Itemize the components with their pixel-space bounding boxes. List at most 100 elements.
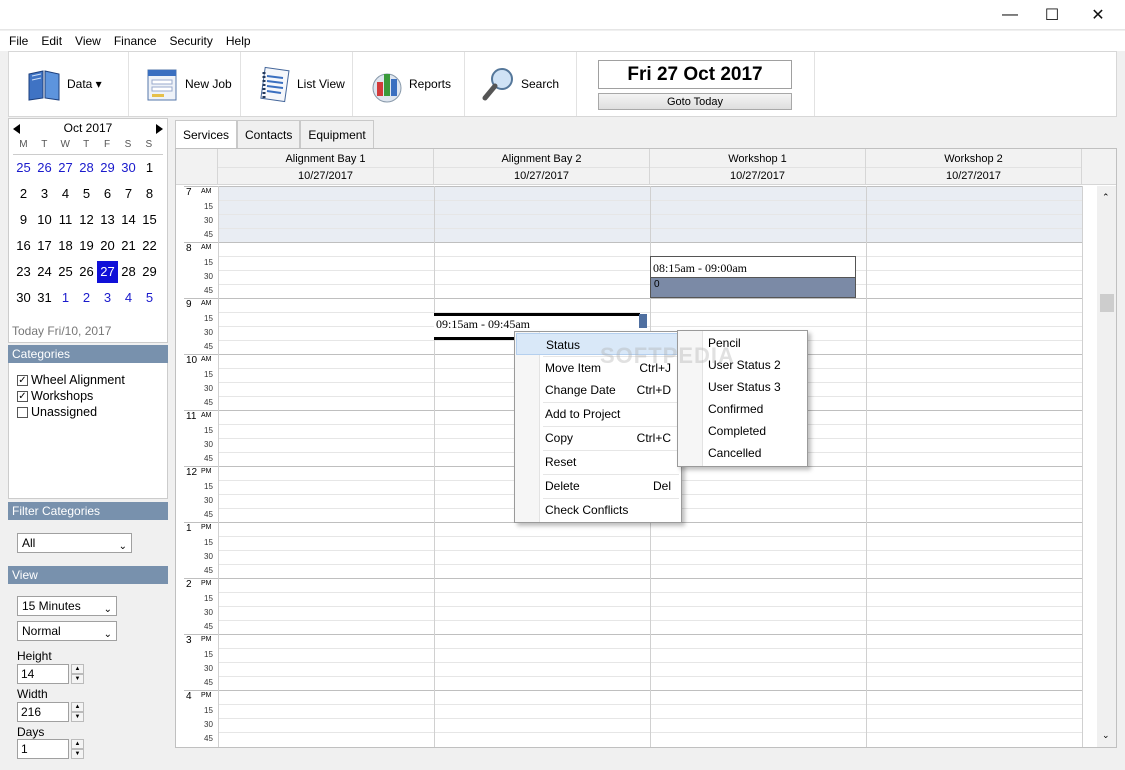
menu-item-copy[interactable]: Copy Ctrl+C (516, 427, 681, 449)
calendar-day[interactable]: 9 (13, 209, 34, 231)
calendar-day[interactable]: 3 (34, 183, 55, 205)
menu-edit[interactable]: Edit (41, 34, 62, 48)
days-stepper[interactable]: ▲ ▼ (71, 739, 85, 759)
scroll-down-icon[interactable]: ⌄ (1102, 730, 1110, 741)
minimize-button[interactable]: — (987, 0, 1033, 30)
mode-select[interactable]: Normal ⌄ (17, 621, 117, 641)
calendar-day[interactable]: 28 (118, 261, 139, 283)
checkbox-checked-icon[interactable]: ✓ (17, 390, 28, 402)
calendar-day[interactable]: 7 (118, 183, 139, 205)
vertical-scrollbar[interactable]: ⌃ ⌄ (1097, 186, 1116, 747)
calendar-day[interactable]: 4 (55, 183, 76, 205)
column-header-alignment-bay-2[interactable]: Alignment Bay 2 10/27/2017 (434, 149, 650, 185)
calendar-day[interactable]: 23 (13, 261, 34, 283)
weekday-label: F (103, 139, 111, 150)
calendar-day[interactable]: 1 (139, 157, 160, 179)
maximize-button[interactable]: ☐ (1029, 0, 1075, 30)
calendar-day[interactable]: 3 (97, 287, 118, 309)
checkbox-unchecked-icon[interactable] (17, 406, 28, 418)
scroll-up-icon[interactable]: ⌃ (1102, 192, 1110, 203)
reports-button[interactable]: Reports (353, 52, 465, 116)
height-input[interactable]: 14 (17, 664, 69, 684)
header-spacer (1082, 149, 1116, 185)
menu-item-reset[interactable]: Reset (516, 451, 681, 473)
calendar-day[interactable]: 16 (13, 235, 34, 257)
new-job-button[interactable]: New Job (129, 52, 241, 116)
calendar-day[interactable]: 14 (118, 209, 139, 231)
calendar-day[interactable]: 4 (118, 287, 139, 309)
menu-item-change-date[interactable]: Change Date Ctrl+D (516, 379, 681, 401)
calendar-day[interactable]: 27 (55, 157, 76, 179)
menu-help[interactable]: Help (226, 34, 251, 48)
calendar-day[interactable]: 17 (34, 235, 55, 257)
calendar-day[interactable]: 26 (76, 261, 97, 283)
calendar-day[interactable]: 2 (76, 287, 97, 309)
list-view-button[interactable]: List View (241, 52, 353, 116)
calendar-day[interactable]: 11 (55, 209, 76, 231)
today-label[interactable]: Today Fri/10, 2017 (12, 324, 111, 338)
tab-services[interactable]: Services (175, 120, 238, 149)
calendar-day[interactable]: 19 (76, 235, 97, 257)
calendar-day[interactable]: 28 (76, 157, 97, 179)
search-button[interactable]: Search (465, 52, 577, 116)
calendar-day[interactable]: 5 (76, 183, 97, 205)
calendar-day[interactable]: 24 (34, 261, 55, 283)
calendar-day[interactable]: 29 (139, 261, 160, 283)
filter-select[interactable]: All ⌄ (17, 533, 132, 553)
calendar-day[interactable]: 5 (139, 287, 160, 309)
appointment-workshop-1[interactable]: 08:15am - 09:00am 0 (650, 256, 856, 298)
data-button[interactable]: Data ▾ (9, 52, 129, 116)
calendar-day[interactable]: 26 (34, 157, 55, 179)
calendar-day[interactable]: 20 (97, 235, 118, 257)
interval-select[interactable]: 15 Minutes ⌄ (17, 596, 117, 616)
menu-security[interactable]: Security (170, 34, 213, 48)
calendar-day[interactable]: 12 (76, 209, 97, 231)
menu-finance[interactable]: Finance (114, 34, 157, 48)
menu-view[interactable]: View (75, 34, 101, 48)
status-completed[interactable]: Completed (708, 424, 766, 438)
panel-splitter[interactable] (168, 118, 173, 770)
width-stepper[interactable]: ▲ ▼ (71, 702, 85, 722)
category-wheel-alignment[interactable]: ✓ Wheel Alignment (9, 372, 167, 388)
calendar-day[interactable]: 10 (34, 209, 55, 231)
calendar-day[interactable]: 22 (139, 235, 160, 257)
calendar-day[interactable]: 1 (55, 287, 76, 309)
column-header-workshop-2[interactable]: Workshop 2 10/27/2017 (866, 149, 1082, 185)
column-header-alignment-bay-1[interactable]: Alignment Bay 1 10/27/2017 (218, 149, 434, 185)
status-user-status-3[interactable]: User Status 3 (708, 380, 781, 394)
menu-item-delete[interactable]: Delete Del (516, 475, 681, 497)
calendar-day[interactable]: 27 (97, 261, 118, 283)
goto-today-button[interactable]: Goto Today (598, 93, 792, 110)
status-confirmed[interactable]: Confirmed (708, 402, 763, 416)
calendar-day[interactable]: 21 (118, 235, 139, 257)
calendar-day[interactable]: 29 (97, 157, 118, 179)
calendar-day[interactable]: 31 (34, 287, 55, 309)
menu-file[interactable]: File (9, 34, 28, 48)
menu-item-check-conflicts[interactable]: Check Conflicts (516, 499, 681, 521)
category-unassigned[interactable]: Unassigned (9, 404, 167, 420)
calendar-day[interactable]: 18 (55, 235, 76, 257)
category-workshops[interactable]: ✓ Workshops (9, 388, 167, 404)
horizontal-scrollbar[interactable] (175, 748, 1117, 770)
calendar-day[interactable]: 25 (13, 157, 34, 179)
calendar-day[interactable]: 2 (13, 183, 34, 205)
height-stepper[interactable]: ▲ ▼ (71, 664, 85, 684)
column-header-workshop-1[interactable]: Workshop 1 10/27/2017 (650, 149, 866, 185)
days-input[interactable]: 1 (17, 739, 69, 759)
calendar-day[interactable]: 6 (97, 183, 118, 205)
status-cancelled[interactable]: Cancelled (708, 446, 761, 460)
calendar-day[interactable]: 30 (13, 287, 34, 309)
checkbox-checked-icon[interactable]: ✓ (17, 374, 28, 386)
next-month-icon[interactable] (156, 124, 163, 134)
calendar-day[interactable]: 25 (55, 261, 76, 283)
calendar-day[interactable]: 30 (118, 157, 139, 179)
scroll-thumb[interactable] (1100, 294, 1114, 312)
width-input[interactable]: 216 (17, 702, 69, 722)
close-button[interactable]: ✕ (1075, 0, 1121, 30)
tab-contacts[interactable]: Contacts (237, 120, 301, 148)
calendar-day[interactable]: 8 (139, 183, 160, 205)
tab-equipment[interactable]: Equipment (300, 120, 374, 148)
calendar-day[interactable]: 15 (139, 209, 160, 231)
menu-item-add-to-project[interactable]: Add to Project (516, 403, 681, 425)
calendar-day[interactable]: 13 (97, 209, 118, 231)
